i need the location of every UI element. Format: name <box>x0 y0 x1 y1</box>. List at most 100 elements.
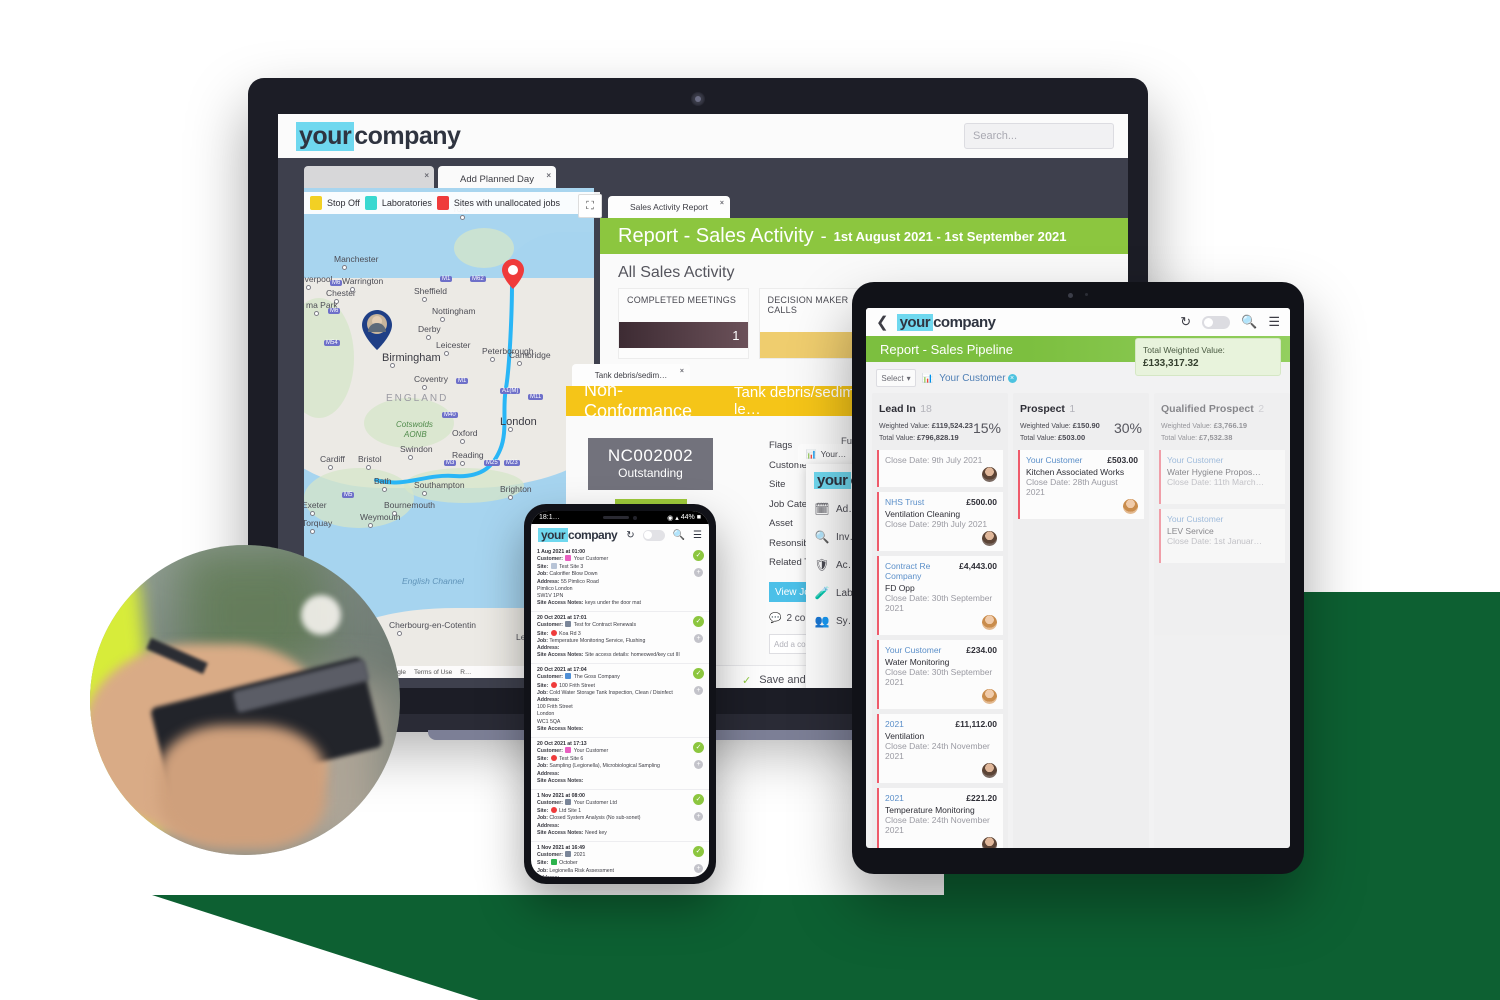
expand-icon[interactable]: + <box>694 760 703 770</box>
expand-icon[interactable]: + <box>694 812 703 822</box>
job-address-row: Address: 55 Pimlico Road <box>537 579 703 586</box>
map-city-dot <box>490 357 495 362</box>
map-city-dot <box>422 297 427 302</box>
magnifier-icon: 🔍 <box>814 530 830 544</box>
job-description: Sampling (Legionella), Microbiological S… <box>549 763 660 770</box>
pipeline-column-prospect: Prospect 1 Weighted Value: £150.90 Total… <box>1013 393 1149 848</box>
pipeline-card[interactable]: Close Date: 9th July 2021 <box>877 450 1003 487</box>
pipeline-card[interactable]: Your Customer £503.00 Kitchen Associated… <box>1018 450 1144 519</box>
map-motorway-shield: M6 <box>328 308 341 314</box>
close-icon[interactable]: × <box>1007 373 1017 383</box>
close-icon[interactable]: × <box>720 200 724 207</box>
job-address-line2: London <box>537 711 555 718</box>
refresh-icon[interactable]: ↻ <box>626 530 634 541</box>
job-customer-row: Customer: The Goss Company <box>537 673 703 681</box>
hamburger-menu-icon[interactable]: ☰ <box>1268 314 1280 330</box>
label-customer: Customer: <box>537 674 563 681</box>
map-city-dot <box>508 495 513 500</box>
chevron-left-icon[interactable]: ❮ <box>876 313 889 331</box>
map-pin-engineer-icon[interactable] <box>362 310 392 350</box>
sales-activity-date-range: 1st August 2021 - 1st September 2021 <box>833 228 1067 244</box>
map-report-link[interactable]: R… <box>460 669 471 676</box>
tab-sales-activity-report[interactable]: Sales Activity Report × <box>608 196 730 218</box>
brand-logo-part1: your <box>896 313 934 331</box>
close-icon[interactable]: × <box>546 171 551 180</box>
job-job-row: Job: Closed System Analysis (No sub-sone… <box>537 815 703 822</box>
list-item[interactable]: 20 Oct 2021 at 17:04 Customer: The Goss … <box>531 664 709 739</box>
map-terms-link[interactable]: Terms of Use <box>414 669 452 676</box>
search-icon[interactable]: 🔍 <box>1241 314 1257 330</box>
pipeline-card[interactable]: 2021 £221.20 Temperature Monitoring Clos… <box>877 788 1003 848</box>
map-label: London <box>500 416 537 428</box>
card-job: Temperature Monitoring <box>885 805 975 815</box>
weighted-value-amount: £150.90 <box>1072 421 1100 430</box>
weighted-value-amount: £119,524.23 <box>931 421 973 430</box>
map-city-dot <box>508 427 513 432</box>
list-item[interactable]: 20 Oct 2021 at 17:13 Customer: Your Cust… <box>531 738 709 791</box>
phone-notch <box>594 513 646 522</box>
card-job: Ventilation <box>885 731 925 741</box>
pipeline-card[interactable]: Your Customer £234.00 Water Monitoring C… <box>877 640 1003 709</box>
kpi-card-completed-meetings[interactable]: COMPLETED MEETINGS 1 <box>618 288 749 359</box>
phone-job-list[interactable]: 1 Aug 2021 at 01:00 Customer: Your Custo… <box>531 546 709 877</box>
pipeline-card[interactable]: 2021 £11,112.00 Ventilation Close Date: … <box>877 714 1003 783</box>
status-complete-icon: ✓ <box>693 794 704 806</box>
job-customer: Test for Contract Renewals <box>573 622 637 629</box>
close-icon[interactable]: × <box>680 368 684 375</box>
job-address-line: 55 Pimlico Road <box>560 578 599 585</box>
map-pin-destination-icon[interactable] <box>502 259 524 289</box>
status-complete-icon: ✓ <box>693 742 704 754</box>
job-job-row: Job: Legionella Risk Assessment <box>537 868 703 875</box>
job-job-row: Job: Sampling (Legionella), Microbiologi… <box>537 763 703 770</box>
card-amount: £234.00 <box>966 645 997 655</box>
pipeline-card[interactable]: Your Customer Water Hygiene Propos… Clos… <box>1159 450 1285 504</box>
search-icon[interactable]: 🔍 <box>673 530 685 541</box>
map-label: Nottingham <box>432 306 476 316</box>
search-input[interactable]: Search... <box>964 123 1114 149</box>
photo-bokeh-light <box>300 594 342 635</box>
label-site: Site: <box>537 564 549 571</box>
list-item[interactable]: 1 Nov 2021 at 08:00 Customer: Your Custo… <box>531 790 709 843</box>
expand-icon[interactable]: + <box>694 568 703 577</box>
job-site-row: Site: Test Site 6 <box>537 755 703 763</box>
brand-logo: your company <box>896 313 996 331</box>
avatar <box>982 837 997 848</box>
list-item[interactable]: 1 Aug 2021 at 01:00 Customer: Your Custo… <box>531 546 709 613</box>
map-label: Cotswolds <box>396 420 433 429</box>
card-customer: Your Customer <box>1026 455 1083 465</box>
card-close-date: Close Date: 24th November 2021 <box>885 815 990 835</box>
map-city-dot <box>306 285 311 290</box>
hamburger-menu-icon[interactable]: ☰ <box>693 530 702 541</box>
map-city-dot <box>440 317 445 322</box>
map-label: ENGLAND <box>386 393 449 404</box>
list-item[interactable]: 20 Oct 2021 at 17:01 Customer: Test for … <box>531 612 709 665</box>
pipeline-card[interactable]: Contract Re Company £4,443.00 FD Opp Clo… <box>877 556 1003 635</box>
tab-add-planned-day-label: Add Planned Day <box>460 173 534 185</box>
job-site: Test Site 3 <box>559 564 584 571</box>
map-motorway-shield: M25 <box>484 460 500 466</box>
job-description: Temperature Monitoring Service, Flushing <box>549 637 646 644</box>
pipeline-card[interactable]: Your Customer LEV Service Close Date: 1s… <box>1159 509 1285 563</box>
map-label: Cherbourg-en-Cotentin <box>389 620 476 630</box>
select-dropdown[interactable]: Select ▾ <box>876 369 916 387</box>
pipeline-card[interactable]: NHS Trust £500.00 Ventilation Cleaning C… <box>877 492 1003 551</box>
total-value-amount: £796,828.19 <box>917 433 959 442</box>
map-label: Bath <box>374 476 392 486</box>
site-chip-icon <box>550 755 557 762</box>
toggle-switch[interactable] <box>1202 315 1231 329</box>
customer-filter-chip[interactable]: Your Customer × <box>939 373 1017 384</box>
map-label: Coventry <box>414 374 449 384</box>
label-job: Job: <box>537 571 548 578</box>
toggle-switch[interactable] <box>642 529 665 541</box>
map-label: Bristol <box>358 454 382 464</box>
refresh-icon[interactable]: ↻ <box>1180 314 1191 330</box>
card-close-date: Close Date: 29th July 2021 <box>885 519 988 529</box>
pipeline-column-qualified-prospect: Qualified Prospect 2 Weighted Value: £3,… <box>1154 393 1290 848</box>
list-item[interactable]: 1 Nov 2021 at 16:49 Customer: 2021 Site:… <box>531 842 709 877</box>
tab-sales-activity-label: Sales Activity Report <box>630 202 708 212</box>
brand-logo-part1: your <box>296 121 355 151</box>
close-icon[interactable]: × <box>424 171 429 180</box>
customer-chip-icon <box>565 555 572 561</box>
map-fullscreen-icon[interactable]: ⛶ <box>578 194 602 218</box>
label-site: Site: <box>537 682 549 689</box>
